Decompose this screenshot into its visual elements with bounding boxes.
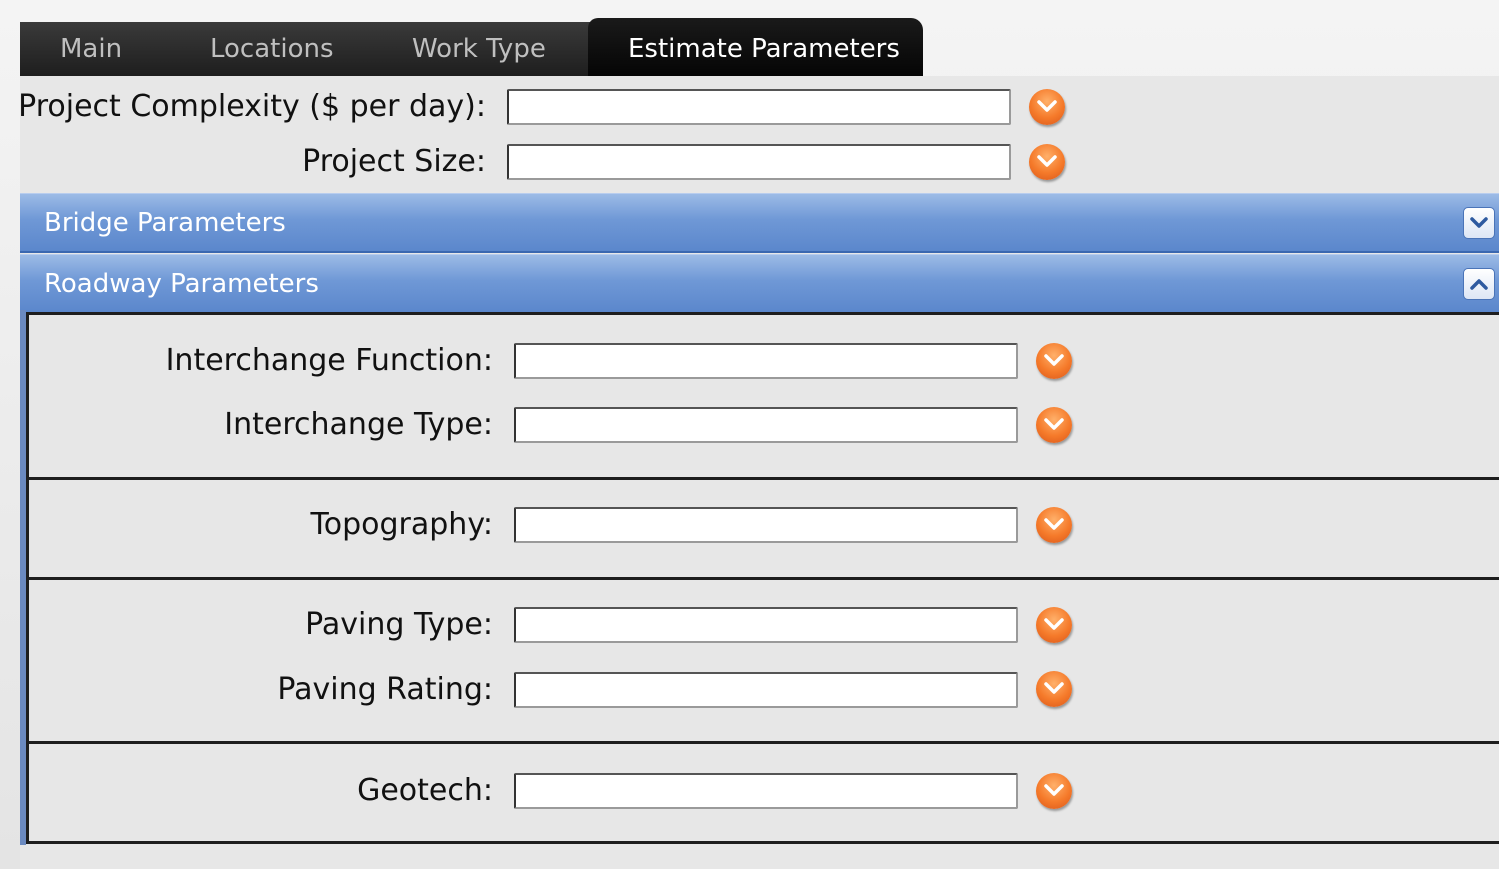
chevron-down-icon [1044, 784, 1064, 796]
chevron-down-icon [1044, 682, 1064, 694]
paving-type-dropdown-button[interactable] [1036, 607, 1072, 643]
topography-label: Topography: [310, 507, 493, 542]
tab-bar: Main Locations Work Type Estimate Parame… [20, 18, 925, 78]
paving-rating-label: Paving Rating: [277, 672, 493, 707]
tab-locations[interactable]: Locations [170, 22, 400, 76]
tab-main-label: Main [60, 34, 123, 64]
geotech-label: Geotech: [357, 773, 493, 808]
paving-type-field[interactable] [514, 607, 1018, 643]
project-complexity-row: Project Complexity ($ per day): [18, 87, 486, 127]
chevron-down-icon [1044, 618, 1064, 630]
chevron-down-icon [1044, 418, 1064, 430]
topography-row: Topography: [26, 505, 493, 545]
interchange-type-row: Interchange Type: [26, 405, 493, 445]
bridge-parameters-expand-button[interactable] [1463, 207, 1495, 239]
roadway-parameters-header[interactable]: Roadway Parameters [20, 254, 1499, 314]
project-size-label: Project Size: [302, 144, 486, 179]
interchange-function-dropdown-button[interactable] [1036, 343, 1072, 379]
tab-locations-label: Locations [210, 34, 334, 64]
interchange-type-field[interactable] [514, 407, 1018, 443]
interchange-group [26, 312, 1499, 480]
bridge-parameters-title: Bridge Parameters [44, 208, 286, 238]
project-complexity-dropdown-button[interactable] [1029, 89, 1065, 125]
topography-dropdown-button[interactable] [1036, 507, 1072, 543]
paving-type-label: Paving Type: [305, 607, 493, 642]
chevron-down-icon [1037, 155, 1057, 167]
paving-rating-dropdown-button[interactable] [1036, 671, 1072, 707]
paving-type-row: Paving Type: [26, 605, 493, 645]
tab-main[interactable]: Main [20, 22, 180, 76]
chevron-down-icon [1044, 354, 1064, 366]
interchange-type-dropdown-button[interactable] [1036, 407, 1072, 443]
geotech-row: Geotech: [26, 771, 493, 811]
chevron-up-icon [1470, 279, 1488, 290]
tab-estimate-parameters-label: Estimate Parameters [628, 34, 900, 64]
project-size-row: Project Size: [20, 142, 486, 182]
interchange-function-row: Interchange Function: [26, 341, 493, 381]
roadway-parameters-collapse-button[interactable] [1463, 268, 1495, 300]
interchange-type-label: Interchange Type: [224, 407, 493, 442]
tab-work-type[interactable]: Work Type [372, 22, 612, 76]
chevron-down-icon [1470, 217, 1488, 228]
paving-rating-field[interactable] [514, 672, 1018, 708]
project-size-dropdown-button[interactable] [1029, 144, 1065, 180]
geotech-field[interactable] [514, 773, 1018, 809]
roadway-parameters-title: Roadway Parameters [44, 269, 319, 299]
geotech-dropdown-button[interactable] [1036, 773, 1072, 809]
bridge-parameters-header[interactable]: Bridge Parameters [20, 193, 1499, 253]
project-complexity-field[interactable] [507, 89, 1011, 125]
tab-work-type-label: Work Type [412, 34, 546, 64]
chevron-down-icon [1037, 100, 1057, 112]
chevron-down-icon [1044, 518, 1064, 530]
project-complexity-label: Project Complexity ($ per day): [18, 89, 486, 124]
interchange-function-field[interactable] [514, 343, 1018, 379]
app-frame: Main Locations Work Type Estimate Parame… [0, 0, 1499, 869]
tab-estimate-parameters[interactable]: Estimate Parameters [588, 18, 923, 76]
paving-rating-row: Paving Rating: [26, 670, 493, 710]
project-size-field[interactable] [507, 144, 1011, 180]
topography-field[interactable] [514, 507, 1018, 543]
interchange-function-label: Interchange Function: [165, 343, 493, 378]
paving-group [26, 577, 1499, 744]
